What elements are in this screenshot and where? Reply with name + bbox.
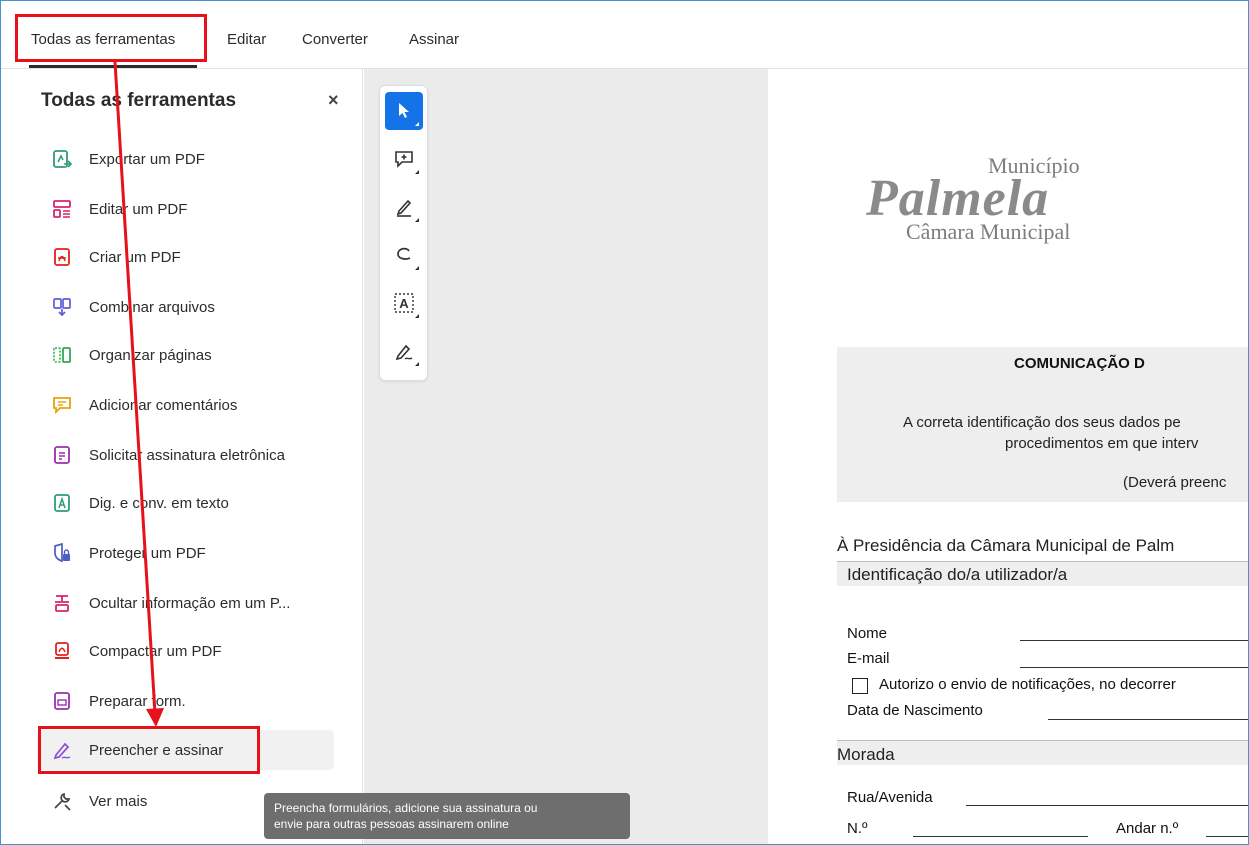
- intro-line-1: A correta identificação dos seus dados p…: [903, 414, 1181, 431]
- text-recognition-icon[interactable]: A: [385, 284, 423, 322]
- add-comment-icon: [51, 394, 73, 416]
- consent-text: Autorizo o envio de notificações, no dec…: [879, 676, 1176, 693]
- tooltip-line-2: envie para outras pessoas assinarem onli…: [274, 817, 509, 831]
- add-comment-icon[interactable]: [385, 140, 423, 178]
- tool-label: Ver mais: [89, 792, 148, 810]
- tool-edit-pdf[interactable]: Editar um PDF: [37, 189, 334, 229]
- fill-sign-pen-icon[interactable]: [385, 332, 423, 370]
- document-heading: COMUNICAÇÃO D: [1014, 355, 1145, 372]
- tool-label: Criar um PDF: [89, 248, 181, 266]
- document-page: Município Palmela Câmara Municipal COMUN…: [768, 69, 1248, 844]
- tool-label: Proteger um PDF: [89, 544, 206, 562]
- floor-field-line[interactable]: [1206, 836, 1248, 837]
- tool-label: Organizar páginas: [89, 346, 212, 364]
- addressee-text: À Presidência da Câmara Municipal de Pal…: [837, 536, 1175, 555]
- request-esign-icon: [51, 444, 73, 466]
- field-label-floor: Andar n.º: [1116, 820, 1179, 837]
- tool-scan-ocr[interactable]: Dig. e conv. em texto: [37, 483, 334, 523]
- tool-add-comments[interactable]: Adicionar comentários: [37, 385, 334, 425]
- tool-label: Combinar arquivos: [89, 298, 215, 316]
- panel-title: Todas as ferramentas: [41, 90, 237, 111]
- create-pdf-icon: [51, 246, 73, 268]
- logo-camara: Câmara Municipal: [906, 219, 1071, 244]
- tool-label: Editar um PDF: [89, 200, 188, 218]
- intro-line-3: (Deverá preenc: [1123, 474, 1227, 491]
- field-label-number: N.º: [847, 820, 868, 837]
- redact-icon: [51, 592, 73, 614]
- consent-checkbox[interactable]: [852, 678, 868, 694]
- quick-tools-toolbar: A: [379, 85, 428, 381]
- active-tab-indicator: [29, 65, 197, 68]
- tooltip-line-1: Preencha formulários, adicione sua assin…: [274, 801, 538, 815]
- annotation-box-all-tools: [15, 14, 207, 62]
- field-label-street: Rua/Avenida: [847, 789, 933, 806]
- tool-redact[interactable]: Ocultar informação em um P...: [37, 583, 334, 623]
- email-field-line[interactable]: [1020, 667, 1248, 668]
- select-cursor-icon[interactable]: [385, 92, 423, 130]
- app-window: Todas as ferramentas Editar Converter As…: [0, 0, 1249, 845]
- tool-prepare-form[interactable]: Preparar form.: [37, 681, 334, 721]
- field-label-name: Nome: [847, 625, 888, 642]
- scan-ocr-icon: [51, 492, 73, 514]
- text-tool-glyph: A: [399, 296, 409, 311]
- field-label-email: E-mail: [847, 650, 890, 667]
- tab-edit[interactable]: Editar: [227, 31, 266, 48]
- street-field-line[interactable]: [966, 805, 1248, 806]
- annotation-box-fill-sign: [38, 726, 260, 774]
- tool-combine-files[interactable]: Combinar arquivos: [37, 287, 334, 327]
- tool-label: Preparar form.: [89, 692, 186, 710]
- intro-line-2: procedimentos em que interv: [1005, 435, 1199, 452]
- protect-pdf-icon: [51, 542, 73, 564]
- organize-pages-icon: [51, 344, 73, 366]
- export-pdf-icon: [51, 148, 73, 170]
- tab-convert[interactable]: Converter: [302, 31, 368, 48]
- tool-label: Dig. e conv. em texto: [89, 494, 229, 512]
- close-icon[interactable]: ×: [328, 90, 339, 111]
- tool-label: Compactar um PDF: [89, 642, 222, 660]
- tool-label: Ocultar informação em um P...: [89, 594, 291, 612]
- tool-compress-pdf[interactable]: Compactar um PDF: [37, 631, 334, 671]
- tool-create-pdf[interactable]: Criar um PDF: [37, 237, 334, 277]
- tool-organize-pages[interactable]: Organizar páginas: [37, 335, 334, 375]
- tool-label: Solicitar assinatura eletrônica: [89, 446, 285, 464]
- field-label-birthdate: Data de Nascimento: [847, 702, 983, 719]
- prepare-form-icon: [51, 690, 73, 712]
- tool-request-esign[interactable]: Solicitar assinatura eletrônica: [37, 435, 334, 475]
- tool-label: Adicionar comentários: [89, 396, 238, 414]
- section-title-address: Morada: [837, 745, 895, 764]
- tool-export-pdf[interactable]: Exportar um PDF: [37, 139, 334, 179]
- tools-more-icon: [51, 790, 73, 812]
- highlight-pen-icon[interactable]: [385, 188, 423, 226]
- combine-files-icon: [51, 296, 73, 318]
- edit-pdf-icon: [51, 198, 73, 220]
- draw-freeform-icon[interactable]: [385, 236, 423, 274]
- tool-label: Exportar um PDF: [89, 150, 205, 168]
- section-title-identification: Identificação do/a utilizador/a: [847, 565, 1068, 584]
- compress-pdf-icon: [51, 640, 73, 662]
- number-field-line[interactable]: [913, 836, 1088, 837]
- birthdate-field-line[interactable]: [1048, 719, 1248, 720]
- section-band-address: [837, 740, 1248, 765]
- tab-sign[interactable]: Assinar: [409, 31, 459, 48]
- fill-sign-tooltip: Preencha formulários, adicione sua assin…: [264, 793, 630, 839]
- name-field-line[interactable]: [1020, 640, 1248, 641]
- tool-protect-pdf[interactable]: Proteger um PDF: [37, 533, 334, 573]
